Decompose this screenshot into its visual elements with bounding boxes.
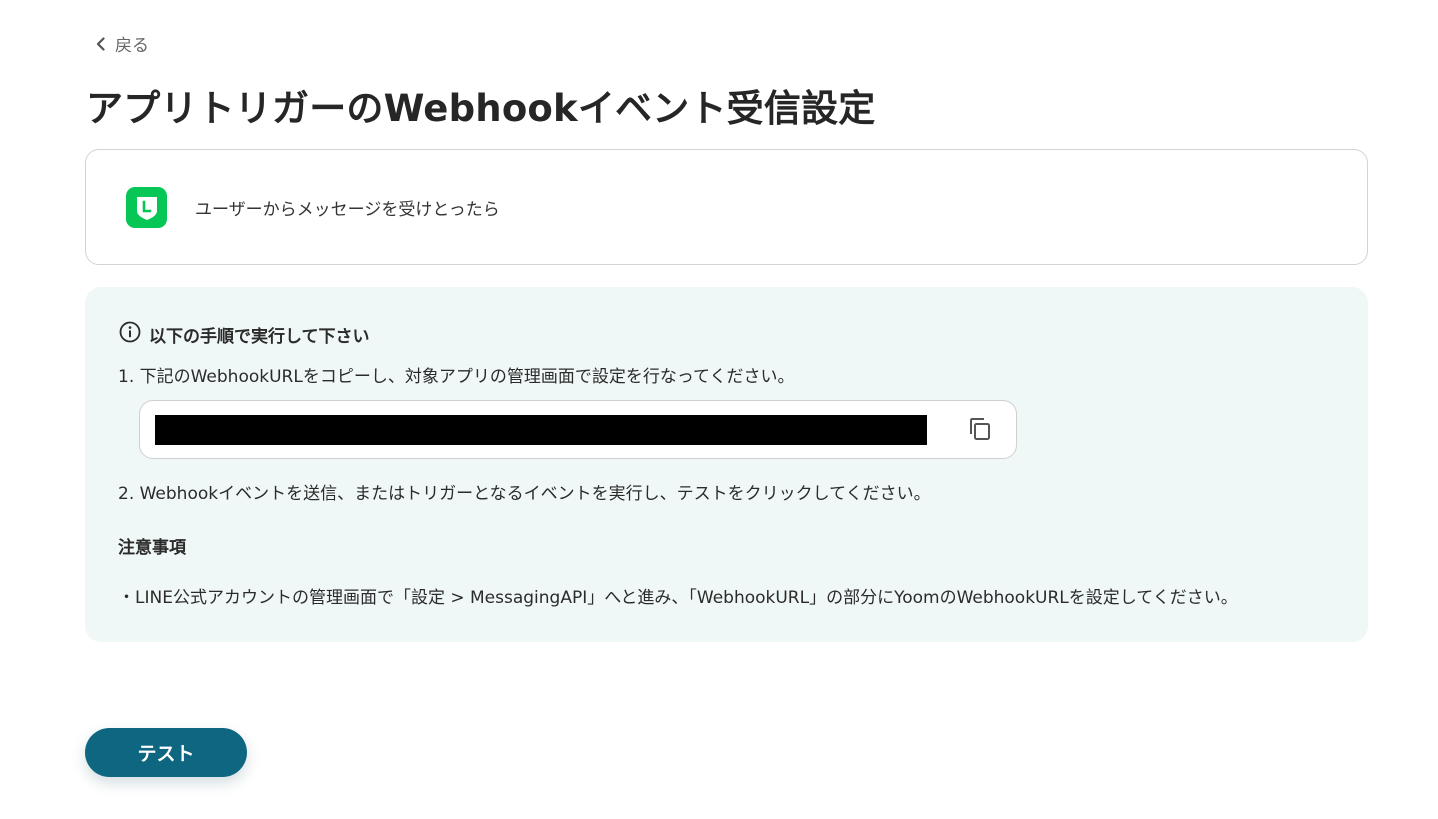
- step-1-text: 1. 下記のWebhookURLをコピーし、対象アプリの管理画面で設定を行なって…: [118, 367, 795, 387]
- copy-button[interactable]: [966, 417, 994, 445]
- webhook-url-field[interactable]: [139, 400, 1017, 459]
- line-app-icon: [126, 187, 167, 228]
- copy-icon: [967, 416, 993, 446]
- note-item: ・LINE公式アカウントの管理画面で「設定 > MessagingAPI」へと進…: [118, 588, 1238, 608]
- page-title: アプリトリガーのWebhookイベント受信設定: [86, 87, 876, 130]
- chevron-left-icon: [93, 33, 109, 55]
- info-icon: [119, 321, 141, 348]
- webhook-url-value[interactable]: [155, 415, 927, 445]
- instructions-heading-text: 以下の手順で実行して下さい: [149, 327, 370, 347]
- trigger-label: ユーザーからメッセージを受けとったら: [195, 200, 500, 220]
- test-button[interactable]: テスト: [85, 728, 247, 777]
- instructions-panel: 以下の手順で実行して下さい 1. 下記のWebhookURLをコピーし、対象アプ…: [85, 287, 1368, 642]
- trigger-card: ユーザーからメッセージを受けとったら: [85, 149, 1368, 265]
- back-label: 戻る: [115, 36, 149, 56]
- back-link[interactable]: 戻る: [93, 31, 149, 56]
- instructions-heading: 以下の手順で実行して下さい: [119, 321, 370, 348]
- step-2-text: 2. Webhookイベントを送信、またはトリガーとなるイベントを実行し、テスト…: [118, 484, 931, 504]
- notes-title: 注意事項: [118, 538, 186, 558]
